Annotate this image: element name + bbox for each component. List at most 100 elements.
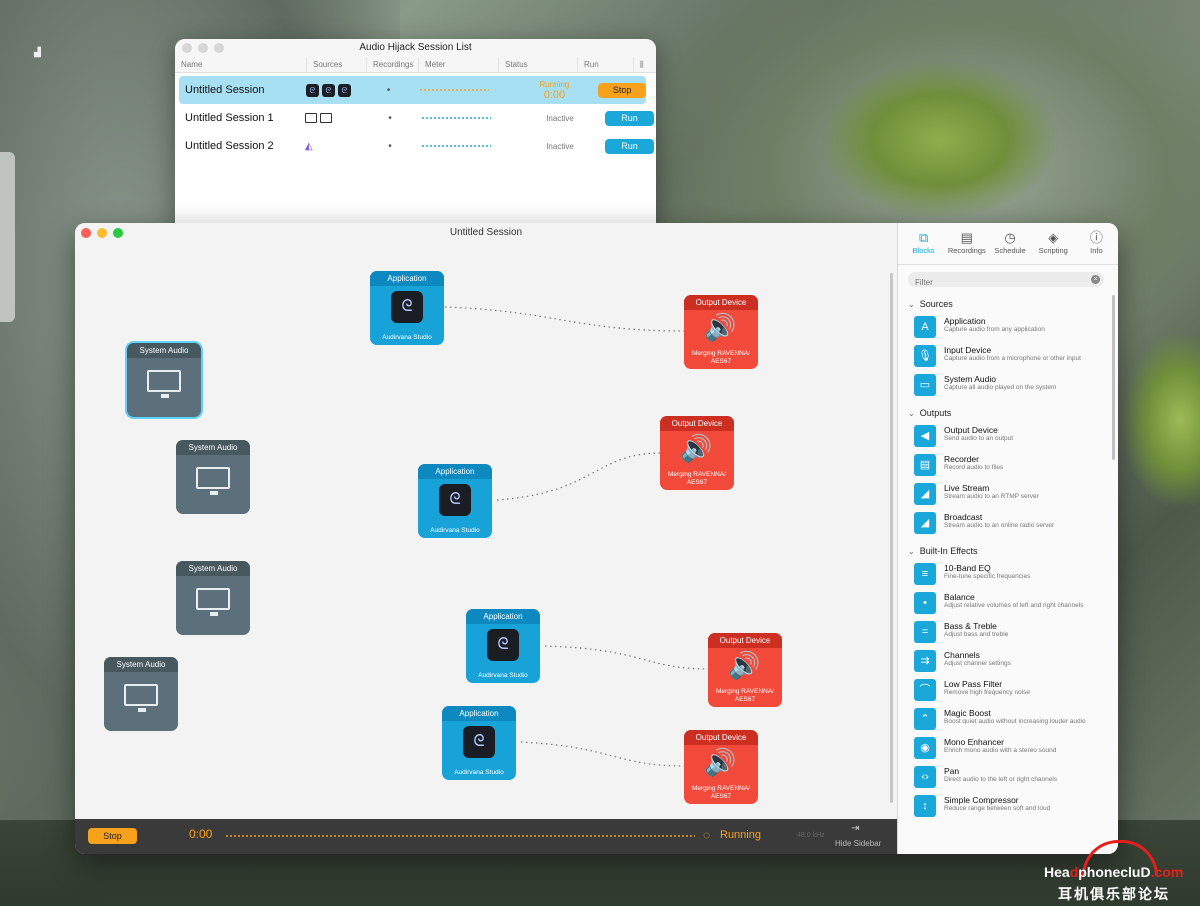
stop-button[interactable]: Stop — [88, 828, 137, 844]
column-options-icon[interactable]: ⫼ — [634, 57, 656, 72]
audirvana-icon: ᘓ — [391, 291, 423, 323]
section-header[interactable]: ⌄ Built-In Effects — [898, 538, 1118, 560]
info-icon: ⓘ — [1089, 230, 1103, 245]
section-header[interactable]: ⌄ Outputs — [898, 400, 1118, 422]
system-audio-block[interactable]: System Audio — [127, 343, 201, 417]
speaker-icon: 🔊 — [704, 312, 737, 342]
section-header[interactable]: ⌄ Sources — [898, 291, 1118, 313]
session-status: Running 0:00 — [539, 80, 570, 101]
monitor-icon: ▭ — [914, 374, 936, 396]
effects-section: ⌄ Built-In Effects ≡ 10-Band EQ Fine-tune s… — [898, 538, 1118, 821]
list-header: Name Sources Recordings Meter Status Run… — [175, 57, 656, 73]
run-button[interactable]: Run — [605, 138, 654, 154]
output-device-block[interactable]: Output Device 🔊 Merging RAVENNA/ AES67 — [660, 416, 734, 490]
session-canvas[interactable]: Application ᘓ Audirvana Studio Output De… — [75, 243, 897, 819]
zoom-button[interactable] — [214, 43, 224, 53]
tab-recordings[interactable]: ▤ Recordings — [945, 223, 988, 264]
minimize-button[interactable] — [198, 43, 208, 53]
column-status[interactable]: Status — [499, 57, 578, 72]
channels-icon: ⇉ — [914, 650, 936, 672]
session-meter — [415, 145, 515, 147]
session-row[interactable]: Untitled Session 1 • Inactive Run — [175, 104, 656, 132]
microphone-icon: 🎙 — [914, 345, 936, 367]
hide-sidebar-button[interactable]: Hide Sidebar — [835, 839, 881, 848]
session-titlebar: Untitled Session — [75, 223, 897, 243]
block-item-bass-treble[interactable]: = Bass & Treble Adjust bass and treble — [898, 618, 1118, 647]
session-meter — [413, 89, 511, 91]
column-recordings[interactable]: Recordings — [367, 57, 419, 72]
sidebar-scrollbar[interactable] — [1112, 295, 1115, 460]
system-audio-block[interactable]: System Audio — [176, 561, 250, 635]
tab-blocks[interactable]: ⧉ Blocks — [902, 223, 945, 264]
column-sources[interactable]: Sources — [307, 57, 367, 72]
block-item-simple-compressor[interactable]: ↕ Simple Compressor Reduce range between s… — [898, 792, 1118, 821]
block-item-input-device[interactable]: 🎙 Input Device Capture audio from a microp… — [898, 342, 1118, 371]
session-name: Untitled Session — [185, 84, 265, 96]
blocks-icon: ⧉ — [918, 230, 929, 245]
stop-button[interactable]: Stop — [598, 82, 646, 98]
block-item-balance[interactable]: • Balance Adjust relative volumes of left … — [898, 589, 1118, 618]
application-block[interactable]: Application ᘓ Audirvana Studio — [466, 609, 540, 683]
audirvana-icon: ᘓ — [321, 83, 335, 97]
application-block[interactable]: Application ᘓ Audirvana Studio — [418, 464, 492, 538]
audirvana-icon: ᘓ — [439, 484, 471, 516]
block-item-broadcast[interactable]: ◢ Broadcast Stream audio to an online radi… — [898, 509, 1118, 538]
filter-curve-icon: ⌒ — [914, 679, 936, 701]
sliders-icon: = — [914, 621, 936, 643]
session-recordings: • — [388, 112, 392, 124]
block-item-10-band-eq[interactable]: ≡ 10-Band EQ Fine-tune specific frequencie… — [898, 560, 1118, 589]
satellite-icon: ◢ — [914, 512, 936, 534]
sample-rate: 48.0 kHz — [797, 832, 825, 839]
tab-info[interactable]: ⓘ Info — [1075, 223, 1118, 264]
desktop-icon[interactable]: ▟ — [34, 47, 44, 57]
elapsed-time: 0:00 — [189, 827, 213, 841]
column-run[interactable]: Run — [578, 57, 634, 72]
block-item-pan[interactable]: ‹› Pan Direct audio to the left or right c… — [898, 763, 1118, 792]
output-device-block[interactable]: Output Device 🔊 Merging RAVENNA/ AES67 — [708, 633, 782, 707]
tab-scripting[interactable]: ◈ Scripting — [1032, 223, 1075, 264]
session-meter — [415, 117, 515, 119]
monitor-icon — [196, 467, 230, 495]
application-block[interactable]: Application ᘓ Audirvana Studio — [370, 271, 444, 345]
system-audio-block[interactable]: System Audio — [104, 657, 178, 731]
mono-icon: ◉ — [914, 737, 936, 759]
compressor-icon: ↕ — [914, 795, 936, 817]
hide-sidebar-icon[interactable]: ⇥ — [851, 823, 859, 834]
output-device-block[interactable]: Output Device 🔊 Merging RAVENNA/ AES67 — [684, 730, 758, 804]
system-audio-block[interactable]: System Audio — [176, 440, 250, 514]
watermark-logo: HeadphonecluD.com 耳机俱乐部论坛 — [1042, 840, 1200, 906]
column-name[interactable]: Name — [175, 57, 307, 72]
block-item-recorder[interactable]: ▤ Recorder Record audio to files — [898, 451, 1118, 480]
canvas-scrollbar[interactable] — [890, 273, 893, 803]
column-meter[interactable]: Meter — [419, 57, 499, 72]
close-button[interactable] — [81, 228, 91, 238]
outputs-section: ⌄ Outputs ◀ Output Device Send audio to an … — [898, 400, 1118, 538]
transport-bar: Stop 0:00 ◌ Running 48.0 kHz ⇥ Hide Side… — [75, 819, 897, 854]
output-device-block[interactable]: Output Device 🔊 Merging RAVENNA/ AES67 — [684, 295, 758, 369]
zoom-button[interactable] — [113, 228, 123, 238]
list-titlebar: Audio Hijack Session List — [175, 39, 656, 57]
session-row[interactable]: Untitled Session ᘓ ᘓ ᘓ • Running 0:00 St… — [179, 76, 646, 104]
minimize-button[interactable] — [97, 228, 107, 238]
block-item-live-stream[interactable]: ◢ Live Stream Stream audio to an RTMP serv… — [898, 480, 1118, 509]
block-item-mono-enhancer[interactable]: ◉ Mono Enhancer Enrich mono audio with a s… — [898, 734, 1118, 763]
chevron-down-icon: ⌄ — [908, 547, 915, 556]
filter-input[interactable] — [908, 275, 1104, 290]
block-item-magic-boost[interactable]: ⌃ Magic Boost Boost quiet audio without in… — [898, 705, 1118, 734]
block-item-system-audio[interactable]: ▭ System Audio Capture all audio played on… — [898, 371, 1118, 400]
level-meter — [225, 835, 695, 837]
application-block[interactable]: Application ᘓ Audirvana Studio — [442, 706, 516, 780]
session-status: Inactive — [546, 113, 574, 123]
block-item-channels[interactable]: ⇉ Channels Adjust channel settings — [898, 647, 1118, 676]
audirvana-icon: ᘓ — [305, 83, 319, 97]
session-row[interactable]: Untitled Session 2 ◭ • Inactive Run — [175, 132, 656, 160]
run-button[interactable]: Run — [605, 110, 654, 126]
clear-icon[interactable]: × — [1091, 275, 1100, 284]
filter-field[interactable]: × — [908, 272, 1104, 290]
block-item-application[interactable]: A Application Capture audio from any appli… — [898, 313, 1118, 342]
block-item-output-device[interactable]: ◀ Output Device Send audio to an output — [898, 422, 1118, 451]
tab-schedule[interactable]: ◷ Schedule — [988, 223, 1031, 264]
block-item-low-pass-filter[interactable]: ⌒ Low Pass Filter Remove high frequency no… — [898, 676, 1118, 705]
chevron-down-icon: ⌄ — [908, 409, 915, 418]
close-button[interactable] — [182, 43, 192, 53]
